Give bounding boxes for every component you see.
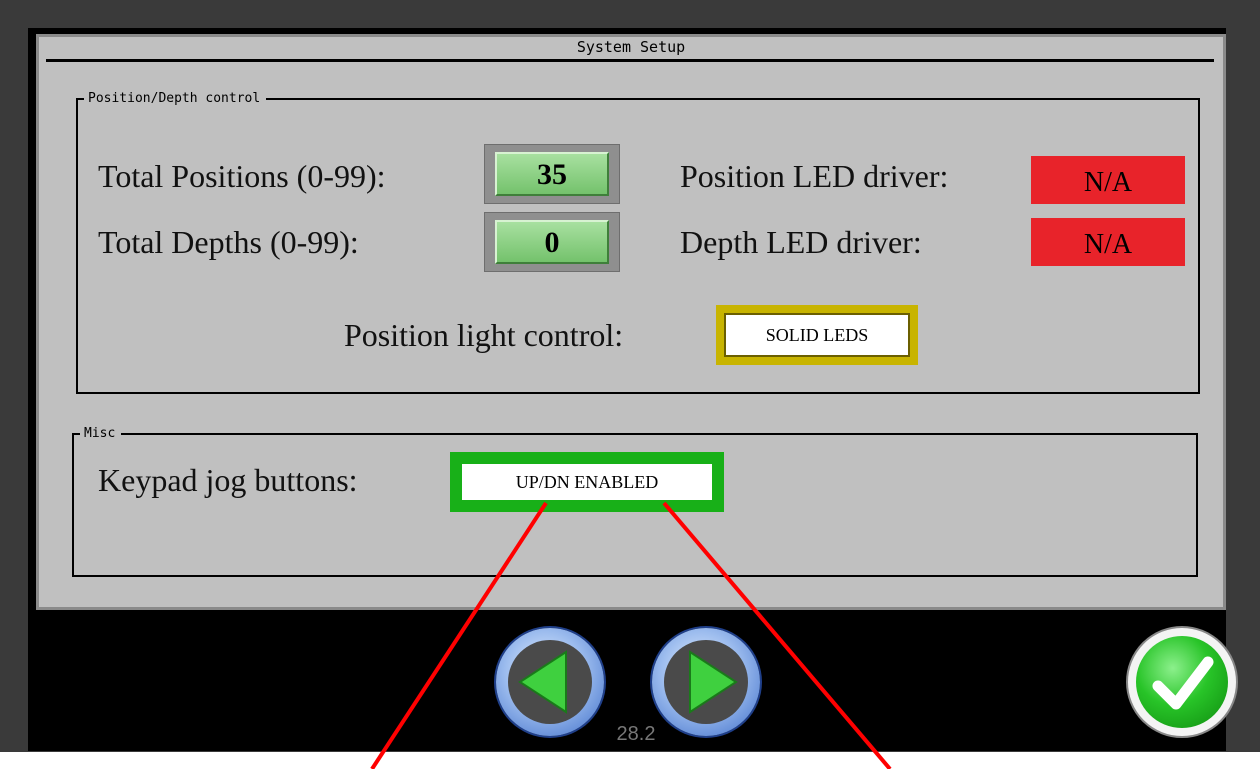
callout-line-right <box>662 501 892 769</box>
callout-line-left <box>370 501 548 769</box>
annotation-callout <box>370 501 892 769</box>
